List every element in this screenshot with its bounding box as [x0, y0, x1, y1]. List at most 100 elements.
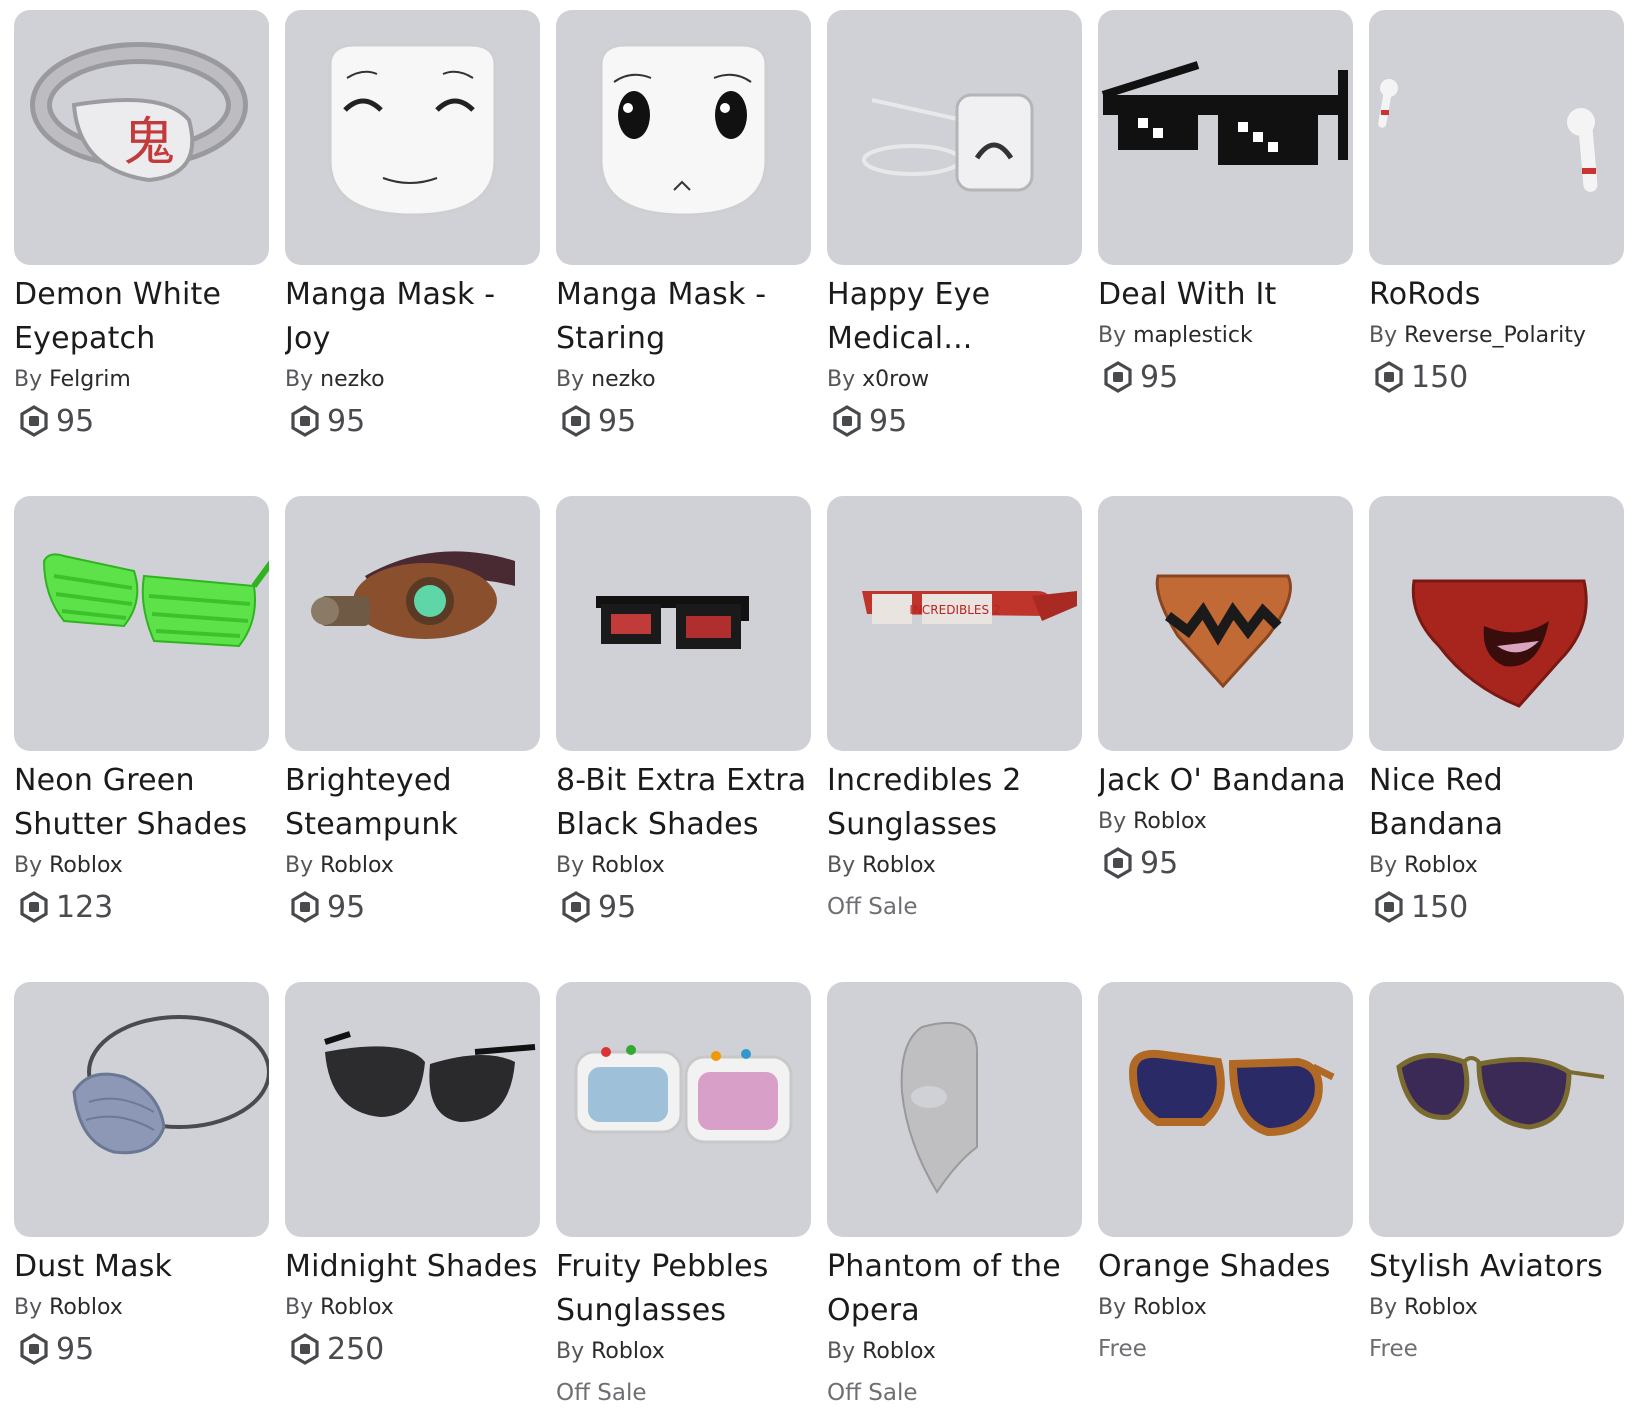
item-name[interactable]: Dust Mask	[14, 1245, 269, 1289]
robux-icon	[289, 891, 321, 923]
creator-link[interactable]: Roblox	[1404, 853, 1478, 878]
item-thumbnail[interactable]	[285, 10, 540, 265]
by-prefix: By	[556, 853, 585, 878]
catalog-item-card[interactable]: 8-Bit Extra Extra Black Shades By Roblox …	[556, 496, 811, 982]
creator-link[interactable]: Roblox	[591, 1339, 665, 1364]
creator-link[interactable]: Roblox	[320, 853, 394, 878]
creator-link[interactable]: Roblox	[49, 1295, 123, 1320]
item-thumbnail[interactable]	[827, 10, 1082, 265]
creator-link[interactable]: nezko	[591, 367, 655, 392]
price-amount: 95	[56, 1331, 95, 1367]
by-prefix: By	[827, 853, 856, 878]
by-prefix: By	[827, 1339, 856, 1364]
item-creator: By Roblox	[827, 1337, 1082, 1367]
item-price: 123	[14, 885, 269, 929]
item-name[interactable]: Stylish Aviators	[1369, 1245, 1624, 1289]
creator-link[interactable]: Roblox	[1133, 1295, 1207, 1320]
catalog-item-card[interactable]: Midnight Shades By Roblox 250	[285, 982, 540, 1422]
item-name[interactable]: RoRods	[1369, 273, 1624, 317]
item-thumbnail[interactable]	[14, 496, 269, 751]
item-thumbnail[interactable]	[1369, 10, 1624, 265]
item-thumbnail[interactable]	[285, 496, 540, 751]
item-price: 95	[556, 399, 811, 443]
item-name[interactable]: Brighteyed Steampunk	[285, 759, 540, 847]
sale-status-label: Off Sale	[556, 1380, 647, 1406]
by-prefix: By	[285, 853, 314, 878]
catalog-item-card[interactable]: Jack O' Bandana By Roblox 95	[1098, 496, 1353, 982]
catalog-item-card[interactable]: Happy Eye Medical... By x0row 95	[827, 10, 1082, 496]
item-thumbnail[interactable]	[827, 982, 1082, 1237]
creator-link[interactable]: Roblox	[320, 1295, 394, 1320]
item-name[interactable]: Nice Red Bandana	[1369, 759, 1624, 847]
sale-status-label: Free	[1369, 1336, 1418, 1362]
creator-link[interactable]: x0row	[862, 367, 929, 392]
item-thumbnail[interactable]	[1098, 982, 1353, 1237]
item-name[interactable]: Happy Eye Medical...	[827, 273, 1082, 361]
item-name[interactable]: Jack O' Bandana	[1098, 759, 1353, 803]
catalog-item-card[interactable]: RoRods By Reverse_Polarity 150	[1369, 10, 1624, 496]
creator-link[interactable]: Felgrim	[49, 367, 131, 392]
creator-link[interactable]: Roblox	[1404, 1295, 1478, 1320]
catalog-item-card[interactable]: 鬼 Demon White Eyepatch By Felgrim 95	[14, 10, 269, 496]
catalog-item-card[interactable]: Nice Red Bandana By Roblox 150	[1369, 496, 1624, 982]
item-name[interactable]: Phantom of the Opera	[827, 1245, 1082, 1333]
catalog-item-card[interactable]: Fruity Pebbles Sunglasses By Roblox Off Sa…	[556, 982, 811, 1422]
item-name[interactable]: Midnight Shades	[285, 1245, 540, 1289]
creator-link[interactable]: Roblox	[862, 853, 936, 878]
item-creator: By nezko	[285, 365, 540, 395]
item-name[interactable]: Deal With It	[1098, 273, 1353, 317]
steampunk-goggle-icon	[311, 551, 515, 639]
item-thumbnail[interactable]	[1369, 982, 1624, 1237]
item-creator: By Roblox	[1369, 1293, 1624, 1323]
item-name[interactable]: Fruity Pebbles Sunglasses	[556, 1245, 811, 1333]
catalog-item-card[interactable]: Manga Mask - Staring By nezko 95	[556, 10, 811, 496]
item-name[interactable]: Manga Mask - Joy	[285, 273, 540, 361]
catalog-item-card[interactable]: INCREDIBLES 2 Incredibles 2 Sunglasses By …	[827, 496, 1082, 982]
creator-link[interactable]: maplestick	[1133, 323, 1253, 348]
item-thumbnail[interactable]	[1369, 496, 1624, 751]
medical-mask-icon	[862, 93, 1034, 192]
item-creator: By Roblox	[556, 851, 811, 881]
item-creator: By Roblox	[1098, 807, 1353, 837]
item-thumbnail[interactable]: 鬼	[14, 10, 269, 265]
catalog-item-card[interactable]: Brighteyed Steampunk By Roblox 95	[285, 496, 540, 982]
creator-link[interactable]: Reverse_Polarity	[1404, 323, 1586, 348]
by-prefix: By	[1369, 323, 1398, 348]
item-thumbnail[interactable]	[556, 982, 811, 1237]
creator-link[interactable]: nezko	[320, 367, 384, 392]
catalog-item-card[interactable]: Phantom of the Opera By Roblox Off Sale	[827, 982, 1082, 1422]
creator-link[interactable]: Roblox	[862, 1339, 936, 1364]
item-thumbnail[interactable]: INCREDIBLES 2	[827, 496, 1082, 751]
by-prefix: By	[285, 1295, 314, 1320]
catalog-item-card[interactable]: Neon Green Shutter Shades By Roblox 123	[14, 496, 269, 982]
creator-link[interactable]: Roblox	[1133, 809, 1207, 834]
catalog-item-card[interactable]: Dust Mask By Roblox 95	[14, 982, 269, 1422]
svg-text:鬼: 鬼	[123, 113, 175, 173]
item-thumbnail[interactable]	[14, 982, 269, 1237]
item-name[interactable]: Demon White Eyepatch	[14, 273, 269, 361]
robux-icon	[289, 405, 321, 437]
item-name[interactable]: Manga Mask - Staring	[556, 273, 811, 361]
item-name[interactable]: Orange Shades	[1098, 1245, 1353, 1289]
creator-link[interactable]: Roblox	[49, 853, 123, 878]
item-thumbnail[interactable]	[1098, 496, 1353, 751]
catalog-item-card[interactable]: Deal With It By maplestick 95	[1098, 10, 1353, 496]
item-thumbnail[interactable]	[556, 496, 811, 751]
price-amount: 95	[598, 403, 637, 439]
item-price: 95	[1098, 355, 1353, 399]
item-name[interactable]: Neon Green Shutter Shades	[14, 759, 269, 847]
item-name[interactable]: 8-Bit Extra Extra Black Shades	[556, 759, 811, 847]
catalog-item-card[interactable]: Orange Shades By Roblox Free	[1098, 982, 1353, 1422]
item-thumbnail[interactable]	[285, 982, 540, 1237]
item-creator: By Roblox	[827, 851, 1082, 881]
item-name[interactable]: Incredibles 2 Sunglasses	[827, 759, 1082, 847]
price-amount: 250	[327, 1331, 385, 1367]
creator-link[interactable]: Roblox	[591, 853, 665, 878]
price-amount: 95	[598, 889, 637, 925]
item-thumbnail[interactable]	[1098, 10, 1353, 265]
catalog-item-card[interactable]: Stylish Aviators By Roblox Free	[1369, 982, 1624, 1422]
price-amount: 150	[1411, 359, 1469, 395]
item-thumbnail[interactable]	[556, 10, 811, 265]
catalog-item-card[interactable]: Manga Mask - Joy By nezko 95	[285, 10, 540, 496]
item-status: Off Sale	[827, 1371, 1082, 1415]
